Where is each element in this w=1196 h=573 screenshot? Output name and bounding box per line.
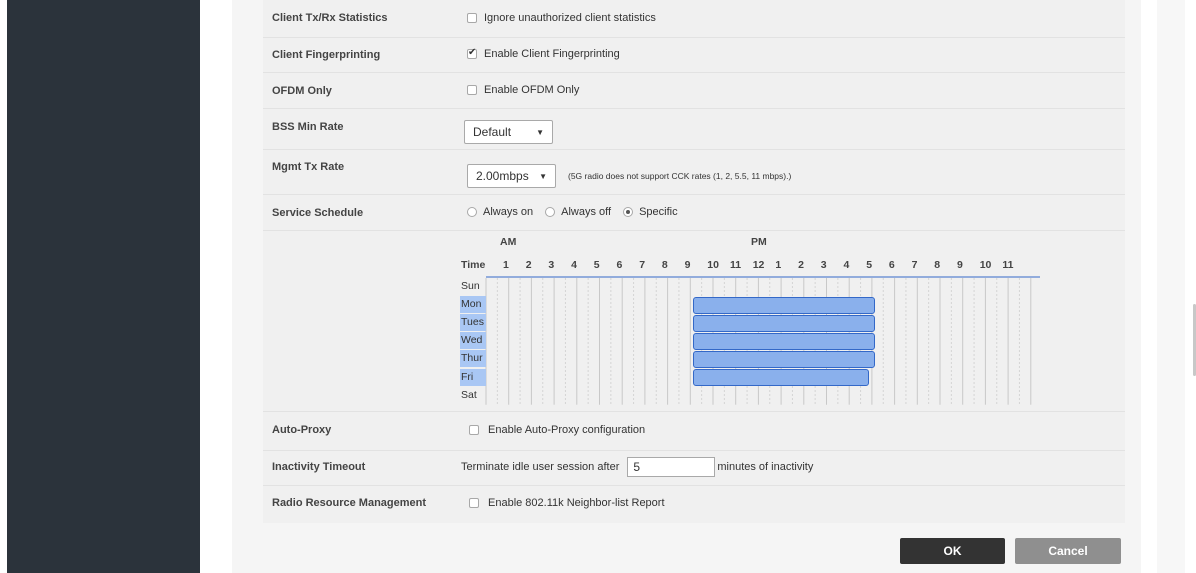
schedule-hour-label: 12 [752, 259, 765, 271]
ofdm-row: OFDM Only Enable OFDM Only [263, 73, 1125, 109]
schedule-specific-radio[interactable] [623, 207, 634, 217]
schedule-day-mon[interactable]: Mon [460, 296, 486, 314]
schedule-always-on-option[interactable]: Always on [467, 206, 533, 218]
rrm-option-label: Enable 802.11k Neighbor-list Report [488, 497, 665, 509]
schedule-hour-label: 6 [888, 259, 895, 271]
schedule-hour-label: 8 [934, 259, 941, 271]
schedule-hour-label: 9 [957, 259, 963, 271]
client-stats-label: Client Tx/Rx Statistics [272, 12, 388, 24]
schedule-hour-label: 7 [639, 259, 646, 271]
auto-proxy-label: Auto-Proxy [272, 424, 332, 436]
mgmt-tx-rate-select[interactable]: 2.00mbps ▼ [467, 164, 556, 188]
bss-min-rate-select[interactable]: Default ▼ [464, 120, 553, 144]
fingerprinting-checkbox[interactable] [467, 47, 477, 59]
client-stats-checkbox[interactable] [467, 13, 477, 23]
schedule-range-thur[interactable] [693, 350, 875, 368]
fingerprinting-label: Client Fingerprinting [272, 49, 381, 61]
schedule-range-mon[interactable] [693, 296, 875, 314]
page-gutter [200, 0, 230, 573]
schedule-hour-label: 9 [684, 259, 691, 271]
schedule-hour-label: 10 [707, 259, 719, 271]
ofdm-label: OFDM Only [272, 85, 332, 97]
schedule-day-thur[interactable]: Thur [460, 350, 486, 368]
mgmt-tx-rate-row: Mgmt Tx Rate 2.00mbps ▼ (5G radio does n… [263, 150, 1125, 195]
mgmt-tx-rate-value: 2.00mbps [476, 169, 529, 183]
schedule-always-off-label: Always off [561, 206, 612, 218]
schedule-hour-label: 3 [820, 259, 827, 271]
fingerprinting-option[interactable]: Enable Client Fingerprinting [467, 47, 620, 60]
schedule-hour-label: 4 [843, 259, 850, 271]
ofdm-checkbox[interactable] [467, 85, 477, 95]
app-sidebar [7, 0, 200, 573]
rrm-checkbox[interactable] [469, 498, 479, 508]
schedule-day-fri[interactable]: Fri [460, 368, 486, 386]
schedule-always-off-radio[interactable] [545, 207, 556, 217]
ofdm-option[interactable]: Enable OFDM Only [467, 84, 579, 96]
fingerprinting-row: Client Fingerprinting Enable Client Fing… [263, 38, 1125, 73]
rrm-option[interactable]: Enable 802.11k Neighbor-list Report [469, 497, 665, 509]
mgmt-tx-rate-note: (5G radio does not support CCK rates (1,… [568, 171, 792, 181]
rrm-row: Radio Resource Management Enable 802.11k… [263, 486, 1125, 523]
right-panel [1157, 0, 1185, 573]
schedule-hour-label: 2 [798, 259, 804, 271]
schedule-specific-option[interactable]: Specific [623, 206, 678, 218]
client-stats-option-label: Ignore unauthorized client statistics [484, 12, 656, 24]
auto-proxy-option[interactable]: Enable Auto-Proxy configuration [469, 424, 645, 436]
service-schedule-label: Service Schedule [272, 207, 364, 219]
schedule-hour-label: 6 [616, 259, 623, 271]
fingerprinting-option-label: Enable Client Fingerprinting [484, 48, 620, 60]
schedule-hour-label: 3 [548, 259, 555, 271]
service-schedule-row: Service Schedule Always on Always off Sp… [263, 195, 1125, 231]
schedule-always-off-option[interactable]: Always off [545, 206, 611, 218]
client-stats-option[interactable]: Ignore unauthorized client statistics [467, 12, 656, 24]
auto-proxy-row: Auto-Proxy Enable Auto-Proxy configurati… [263, 412, 1125, 451]
schedule-hour-label: 1 [775, 259, 782, 271]
schedule-day-sun[interactable]: Sun [460, 278, 486, 295]
inactivity-timeout-label: Inactivity Timeout [272, 461, 366, 473]
inactivity-suffix: minutes of inactivity [717, 461, 814, 473]
schedule-hour-label: 4 [571, 259, 577, 271]
inactivity-timeout-input[interactable] [627, 457, 716, 477]
schedule-hour-label: 5 [593, 259, 600, 271]
inactivity-prefix: Terminate idle user session after [461, 461, 620, 473]
schedule-hour-label: 5 [866, 259, 873, 271]
schedule-range-wed[interactable] [693, 332, 875, 350]
schedule-hour-label: 11 [1002, 259, 1014, 271]
bss-min-rate-row: BSS Min Rate Default ▼ [263, 109, 1125, 150]
schedule-hour-label: 7 [911, 259, 918, 271]
schedule-day-wed[interactable]: Wed [460, 332, 486, 350]
auto-proxy-option-label: Enable Auto-Proxy configuration [488, 424, 646, 436]
schedule-hour-label: 11 [730, 259, 742, 271]
client-stats-row: Client Tx/Rx Statistics Ignore unauthori… [263, 0, 1125, 38]
schedule-always-on-label: Always on [483, 206, 534, 218]
bss-min-rate-label: BSS Min Rate [272, 121, 344, 133]
ofdm-option-label: Enable OFDM Only [484, 84, 580, 96]
schedule-range-tues[interactable] [693, 314, 875, 332]
bss-min-rate-value: Default [473, 125, 512, 139]
rrm-label: Radio Resource Management [272, 497, 427, 509]
cancel-button[interactable]: Cancel [1015, 538, 1121, 564]
service-schedule-grid[interactable]: AM PM Time 1 2 3 4 5 6 7 8 9 10 11 12 1 2 3 4 5 6 7 8 9 10 11 … [460, 232, 1120, 407]
schedule-day-sat[interactable]: Sat [460, 387, 486, 404]
inactivity-timeout-row: Inactivity Timeout Terminate idle user s… [263, 451, 1125, 486]
dropdown-arrow-icon: ▼ [536, 127, 544, 137]
ok-button[interactable]: OK [900, 538, 1005, 564]
schedule-range-fri[interactable] [693, 369, 870, 387]
schedule-hour-label: 2 [525, 259, 532, 271]
schedule-hour-label: 10 [979, 259, 992, 271]
schedule-specific-label: Specific [639, 206, 678, 218]
service-schedule-options: Always on Always off Specific [467, 206, 690, 218]
schedule-hour-label: 8 [661, 259, 668, 271]
schedule-hour-label: 1 [503, 259, 509, 271]
dropdown-arrow-icon: ▼ [539, 171, 547, 181]
mgmt-tx-rate-label: Mgmt Tx Rate [272, 161, 345, 173]
schedule-day-tues[interactable]: Tues [460, 314, 486, 332]
schedule-always-on-radio[interactable] [467, 207, 477, 217]
auto-proxy-checkbox[interactable] [469, 425, 479, 435]
